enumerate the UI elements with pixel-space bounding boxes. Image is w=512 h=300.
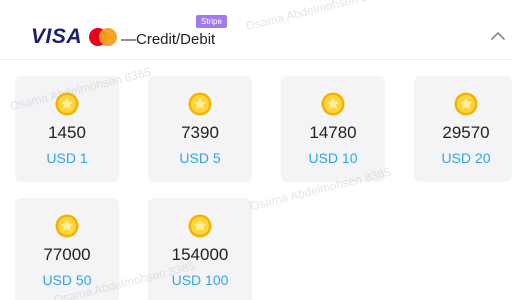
package-amount: 7390 (181, 123, 219, 142)
package-price: USD 5 (179, 150, 221, 166)
package-card[interactable]: 7390 USD 5 (148, 76, 252, 182)
coin-icon (188, 214, 212, 238)
package-card[interactable]: 29570 USD 20 (414, 76, 512, 182)
coin-icon (321, 92, 345, 116)
mastercard-logo (89, 28, 117, 46)
package-card[interactable]: 154000 USD 100 (148, 198, 252, 300)
package-amount: 29570 (442, 123, 490, 142)
package-card[interactable]: 14780 USD 10 (281, 76, 385, 182)
package-price: USD 20 (441, 150, 491, 166)
coin-icon (55, 92, 79, 116)
coin-icon (454, 92, 478, 116)
package-card[interactable]: 1450 USD 1 (15, 76, 119, 182)
chevron-up-icon[interactable] (490, 30, 506, 42)
coin-icon (55, 214, 79, 238)
payment-method-header[interactable]: VISA —Credit/Debit Stripe (0, 0, 512, 60)
stripe-badge: Stripe (196, 15, 227, 28)
package-price: USD 10 (308, 150, 358, 166)
package-card[interactable]: 77000 USD 50 (15, 198, 119, 300)
package-price: USD 50 (42, 272, 92, 288)
visa-logo: VISA (31, 25, 83, 48)
package-amount: 14780 (309, 123, 357, 142)
payment-method-label: —Credit/Debit (121, 31, 216, 48)
package-amount: 1450 (48, 123, 86, 142)
coin-icon (188, 92, 212, 116)
package-price: USD 1 (46, 150, 88, 166)
package-amount: 154000 (171, 245, 229, 264)
package-price: USD 100 (171, 272, 229, 288)
package-amount: 77000 (43, 245, 91, 264)
recharge-panel: VISA —Credit/Debit Stripe 1450 USD 1 739… (0, 0, 512, 300)
